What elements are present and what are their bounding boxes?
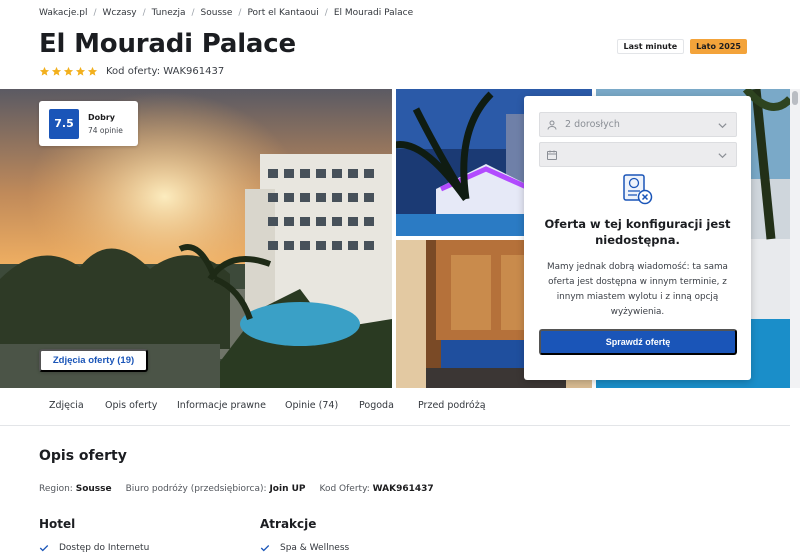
person-icon xyxy=(547,120,557,130)
region-label: Region: xyxy=(39,484,73,494)
breadcrumb-item-current: El Mouradi Palace xyxy=(333,8,414,18)
hotel-amenity-label: Dostęp do Internetu xyxy=(59,543,150,553)
offer-tabs: Zdjęcia Opis oferty Informacje prawne Op… xyxy=(0,388,790,426)
star-icon xyxy=(63,66,74,76)
code-meta: Kod Oferty: WAK961437 xyxy=(320,484,434,494)
operator-value: Join UP xyxy=(269,484,306,494)
breadcrumb-item-wczasy[interactable]: Wczasy xyxy=(103,8,137,18)
breadcrumb-item-tunezja[interactable]: Tunezja xyxy=(152,8,186,18)
last-minute-badge: Last minute xyxy=(616,39,685,54)
breadcrumb-item-port-el-kantaoui[interactable]: Port el Kantaoui xyxy=(247,8,318,18)
scrollbar-thumb[interactable] xyxy=(792,91,798,105)
breadcrumb-separator: / xyxy=(93,8,97,18)
tab-informacje-prawne[interactable]: Informacje prawne xyxy=(177,400,266,411)
offer-panel: 2 dorosłych Oferta w tej konfiguracji je… xyxy=(524,96,751,380)
tab-pogoda[interactable]: Pogoda xyxy=(359,400,394,411)
breadcrumb-separator: / xyxy=(238,8,242,18)
check-icon xyxy=(39,545,49,552)
region-meta: Region: Sousse xyxy=(39,484,112,494)
rating-label: Dobry xyxy=(88,112,116,122)
star-rating xyxy=(39,66,98,77)
attraction-label: Spa & Wellness xyxy=(280,543,350,553)
breadcrumb-separator: / xyxy=(324,8,328,18)
calendar-icon xyxy=(547,150,557,160)
offer-code: Kod oferty: WAK961437 xyxy=(106,66,225,77)
star-icon xyxy=(87,66,98,76)
check-offer-button[interactable]: Sprawdź ofertę xyxy=(539,329,737,355)
star-icon xyxy=(75,66,86,76)
season-badge: Lato 2025 xyxy=(690,39,747,54)
date-select[interactable] xyxy=(539,142,737,167)
attractions-title: Atrakcje xyxy=(260,517,317,531)
operator-label: Biuro podróży (przedsiębiorca): xyxy=(125,484,267,494)
rating-text: Dobry 74 opinie xyxy=(88,113,123,135)
hotel-amenity-item: Dostęp do Internetu xyxy=(39,543,149,553)
tab-zdjecia[interactable]: Zdjęcia xyxy=(49,400,84,411)
badges: Last minute Lato 2025 xyxy=(616,39,747,54)
region-value: Sousse xyxy=(75,484,112,494)
offer-unavailable-title: Oferta w tej konfiguracji jest niedostęp… xyxy=(544,217,731,247)
star-icon xyxy=(39,66,50,76)
rating-card[interactable]: 7.5 Dobry 74 opinie xyxy=(39,101,138,146)
chevron-down-icon xyxy=(718,153,727,159)
operator-meta: Biuro podróży (przedsiębiorca): Join UP xyxy=(126,484,306,494)
tab-przed-podroza[interactable]: Przed podróżą xyxy=(418,400,486,411)
tab-opis-oferty[interactable]: Opis oferty xyxy=(105,400,157,411)
star-icon xyxy=(51,66,62,76)
photos-button[interactable]: Zdjęcia oferty (19) xyxy=(39,349,148,372)
breadcrumb-separator: / xyxy=(191,8,195,18)
code-value: WAK961437 xyxy=(372,484,434,494)
hotel-amenities-title: Hotel xyxy=(39,517,76,531)
scrollbar[interactable] xyxy=(790,89,800,388)
page-title: El Mouradi Palace xyxy=(39,29,296,59)
guests-select[interactable]: 2 dorosłych xyxy=(539,112,737,137)
hotel-rating-row: Kod oferty: WAK961437 xyxy=(39,66,224,77)
unavailable-offer-icon xyxy=(623,174,653,205)
breadcrumb-separator: / xyxy=(142,8,146,18)
code-label: Kod Oferty: xyxy=(319,484,370,494)
rating-score: 7.5 xyxy=(49,108,79,139)
breadcrumb-item-sousse[interactable]: Sousse xyxy=(201,8,233,18)
tab-opinie[interactable]: Opinie (74) xyxy=(285,400,338,411)
offer-unavailable-description: Mamy jednak dobrą wiadomość: ta sama ofe… xyxy=(547,262,728,317)
breadcrumb: Wakacje.pl / Wczasy / Tunezja / Sousse /… xyxy=(39,7,413,19)
breadcrumb-item-wakacje[interactable]: Wakacje.pl xyxy=(39,8,87,18)
chevron-down-icon xyxy=(718,123,727,129)
guests-value: 2 dorosłych xyxy=(565,119,620,130)
offer-meta: Region: Sousse Biuro podróży (przedsiębi… xyxy=(39,484,434,494)
section-title-opis-oferty: Opis oferty xyxy=(39,448,127,464)
rating-count: 74 opinie xyxy=(88,125,123,135)
check-icon xyxy=(260,545,270,552)
attraction-item: Spa & Wellness xyxy=(260,543,349,553)
